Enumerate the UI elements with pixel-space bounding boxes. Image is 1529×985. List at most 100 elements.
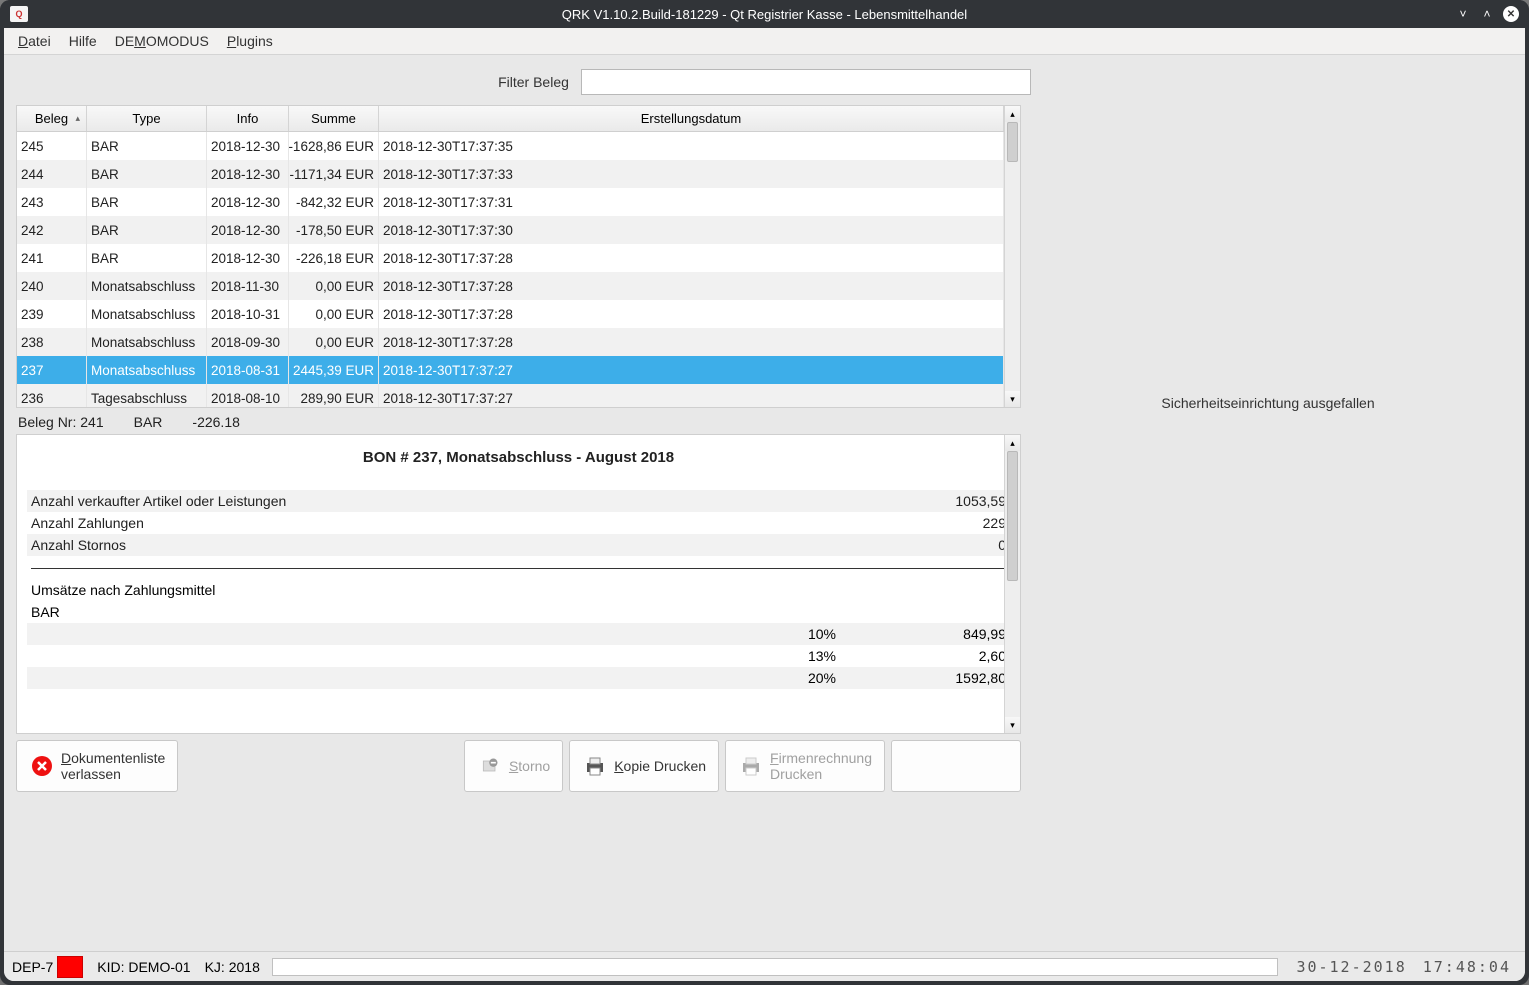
menu-hilfe[interactable]: Hilfe: [69, 33, 97, 49]
receipt-section: Umsätze nach Zahlungsmittel: [27, 579, 1010, 601]
cell-summe: -1171,34 EUR: [289, 160, 379, 188]
col-beleg[interactable]: Beleg: [17, 106, 87, 131]
tax-pct: 20%: [756, 670, 836, 686]
filter-input[interactable]: [581, 69, 1031, 95]
cell-info: 2018-12-30: [207, 160, 289, 188]
cell-beleg: 237: [17, 356, 87, 384]
tax-amount: 1592,80: [836, 670, 1006, 686]
receipt-paytype: BAR: [27, 601, 1010, 623]
minimize-button[interactable]: [1455, 6, 1471, 22]
button-bar: DDokumentenlisteokumentenlisteverlassen …: [16, 734, 1021, 794]
exit-list-button[interactable]: DDokumentenlisteokumentenlisteverlassen: [16, 740, 178, 792]
table-row[interactable]: 243BAR2018-12-30-842,32 EUR2018-12-30T17…: [17, 188, 1020, 216]
cell-type: BAR: [87, 244, 207, 272]
cell-summe: 289,90 EUR: [289, 384, 379, 407]
cancel-icon: [477, 753, 503, 779]
status-date: 30-12-2018: [1290, 958, 1412, 976]
status-kj: KJ: 2018: [205, 959, 260, 975]
receipt-preview: BON # 237, Monatsabschluss - August 2018…: [16, 434, 1021, 734]
table-scrollbar[interactable]: ▴ ▾: [1004, 106, 1020, 407]
tax-pct: 10%: [756, 626, 836, 642]
titlebar: Q QRK V1.10.2.Build-181229 - Qt Registri…: [0, 0, 1529, 28]
scroll-thumb[interactable]: [1007, 122, 1018, 162]
cell-beleg: 242: [17, 216, 87, 244]
cell-date: 2018-12-30T17:37:28: [379, 244, 1004, 272]
security-warning: Sicherheitseinrichtung ausgefallen: [1161, 395, 1374, 411]
table-row[interactable]: 242BAR2018-12-30-178,50 EUR2018-12-30T17…: [17, 216, 1020, 244]
cell-info: 2018-12-30: [207, 188, 289, 216]
menu-plugins[interactable]: Plugins: [227, 33, 273, 49]
app-window: Q QRK V1.10.2.Build-181229 - Qt Registri…: [0, 0, 1529, 985]
menu-datei[interactable]: Datei: [18, 33, 51, 49]
cell-beleg: 239: [17, 300, 87, 328]
receipt-scrollbar[interactable]: ▴ ▾: [1004, 435, 1020, 733]
cell-type: Monatsabschluss: [87, 272, 207, 300]
scroll-up-icon[interactable]: ▴: [1005, 106, 1020, 122]
filter-row: Filter Beleg: [16, 63, 1513, 99]
cell-date: 2018-12-30T17:37:35: [379, 132, 1004, 160]
kopie-drucken-button[interactable]: Kopie Drucken: [569, 740, 719, 792]
cell-info: 2018-12-30: [207, 132, 289, 160]
tax-amount: 2,60: [836, 648, 1006, 664]
table-row[interactable]: 237Monatsabschluss2018-08-312445,39 EUR2…: [17, 356, 1020, 384]
col-summe[interactable]: Summe: [289, 106, 379, 131]
close-button[interactable]: [1503, 6, 1519, 22]
status-time: 17:48:04: [1417, 958, 1517, 976]
cell-beleg: 236: [17, 384, 87, 407]
tax-amount: 849,99: [836, 626, 1006, 642]
cell-date: 2018-12-30T17:37:28: [379, 300, 1004, 328]
info-beleg: Beleg Nr: 241: [18, 414, 104, 430]
receipt-row-value: 1053,59: [846, 493, 1006, 509]
cell-beleg: 241: [17, 244, 87, 272]
cell-info: 2018-09-30: [207, 328, 289, 356]
scroll-down-icon[interactable]: ▾: [1005, 391, 1020, 407]
col-info[interactable]: Info: [207, 106, 289, 131]
printer-icon: [738, 753, 764, 779]
storno-button[interactable]: Storno: [464, 740, 563, 792]
scroll-thumb[interactable]: [1007, 451, 1018, 581]
cell-date: 2018-12-30T17:37:27: [379, 384, 1004, 407]
cell-type: Tagesabschluss: [87, 384, 207, 407]
menubar: Datei Hilfe DEMOMODUS Plugins: [4, 28, 1525, 55]
filter-label: Filter Beleg: [498, 74, 569, 90]
table-row[interactable]: 238Monatsabschluss2018-09-300,00 EUR2018…: [17, 328, 1020, 356]
receipt-row-label: Anzahl verkaufter Artikel oder Leistunge…: [31, 493, 846, 509]
maximize-button[interactable]: [1479, 6, 1495, 22]
cell-type: Monatsabschluss: [87, 300, 207, 328]
close-red-icon: [29, 753, 55, 779]
table-row[interactable]: 236Tagesabschluss2018-08-10289,90 EUR201…: [17, 384, 1020, 407]
menu-demomodus[interactable]: DEMOMODUS: [115, 33, 209, 49]
cell-type: Monatsabschluss: [87, 328, 207, 356]
firmenrechnung-button[interactable]: FirmenrechnungDrucken: [725, 740, 885, 792]
table-row[interactable]: 239Monatsabschluss2018-10-310,00 EUR2018…: [17, 300, 1020, 328]
status-indicator-red: [57, 956, 83, 978]
empty-button[interactable]: [891, 740, 1021, 792]
table-row[interactable]: 245BAR2018-12-30-1628,86 EUR2018-12-30T1…: [17, 132, 1020, 160]
cell-summe: 2445,39 EUR: [289, 356, 379, 384]
table-row[interactable]: 240Monatsabschluss2018-11-300,00 EUR2018…: [17, 272, 1020, 300]
scroll-up-icon[interactable]: ▴: [1005, 435, 1020, 451]
status-kid: KID: DEMO-01: [97, 959, 190, 975]
cell-summe: -178,50 EUR: [289, 216, 379, 244]
cell-beleg: 245: [17, 132, 87, 160]
cell-type: BAR: [87, 188, 207, 216]
cell-type: Monatsabschluss: [87, 356, 207, 384]
app-icon: Q: [10, 6, 28, 22]
status-progress: [272, 958, 1279, 976]
receipt-row-label: Anzahl Zahlungen: [31, 515, 846, 531]
cell-beleg: 244: [17, 160, 87, 188]
info-type: BAR: [134, 414, 163, 430]
receipt-row-value: 229: [846, 515, 1006, 531]
cell-summe: 0,00 EUR: [289, 328, 379, 356]
cell-summe: 0,00 EUR: [289, 272, 379, 300]
cell-date: 2018-12-30T17:37:30: [379, 216, 1004, 244]
cell-beleg: 240: [17, 272, 87, 300]
receipt-row-label: Anzahl Stornos: [31, 537, 846, 553]
table-row[interactable]: 241BAR2018-12-30-226,18 EUR2018-12-30T17…: [17, 244, 1020, 272]
col-type[interactable]: Type: [87, 106, 207, 131]
table-row[interactable]: 244BAR2018-12-30-1171,34 EUR2018-12-30T1…: [17, 160, 1020, 188]
col-date[interactable]: Erstellungsdatum: [379, 106, 1004, 131]
status-dep: DEP-7: [12, 959, 53, 975]
selection-info: Beleg Nr: 241 BAR -226.18: [16, 408, 1021, 434]
scroll-down-icon[interactable]: ▾: [1005, 717, 1020, 733]
